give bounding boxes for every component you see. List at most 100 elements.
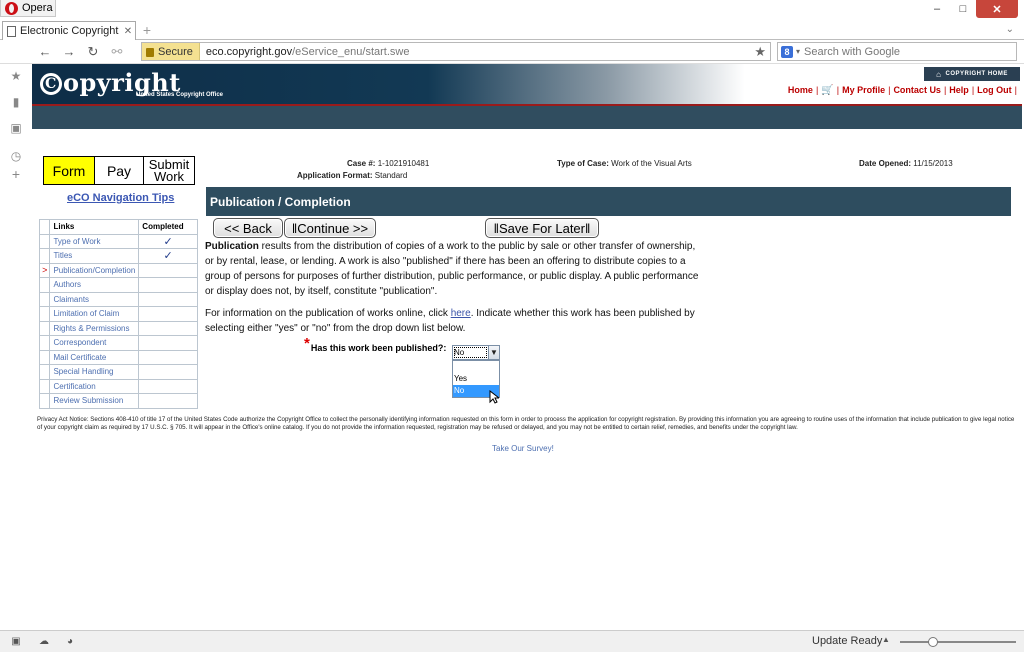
sidebar-link[interactable]: Publication/Completion xyxy=(49,262,140,278)
back-arrow-icon[interactable]: ← xyxy=(36,43,54,61)
continue-button[interactable]: ‖ Continue >> xyxy=(284,218,376,238)
row-marker xyxy=(38,335,51,351)
my-profile-link[interactable]: My Profile xyxy=(842,85,885,95)
progress-steps: Form Pay Submit Work xyxy=(43,156,195,185)
status-bar: ▣ ☁ ◕ Update Ready ▲ xyxy=(0,630,1024,652)
zoom-arrow-icon[interactable]: ▲ xyxy=(882,635,890,644)
step-form[interactable]: Form xyxy=(44,157,95,184)
continue-label: Continue >> xyxy=(297,220,369,236)
address-bar: ← → ↻ ⚯ Secure eco.copyright.gov/eServic… xyxy=(0,40,1024,64)
chevron-down-icon[interactable]: ▼ xyxy=(488,346,499,359)
window-titlebar: Opera – □ ✕ xyxy=(0,0,1024,20)
link-row: Correspondent xyxy=(38,335,198,351)
tab-menu-chevron-icon[interactable]: ⌄ xyxy=(1006,24,1014,35)
completed-check-icon: ✓ xyxy=(138,248,198,264)
copyright-home-button[interactable]: ⌂ COPYRIGHT HOME xyxy=(924,67,1020,81)
help-link[interactable]: Help xyxy=(949,85,969,95)
row-marker xyxy=(38,320,51,336)
published-question-label: Has this work been published?: xyxy=(310,343,447,353)
speed-dial-star-icon[interactable]: ★ xyxy=(10,70,22,82)
reload-icon[interactable]: ↻ xyxy=(84,43,102,61)
new-tab-icon[interactable]: + xyxy=(140,23,154,37)
here-link[interactable]: here xyxy=(451,308,471,319)
url-field[interactable]: Secure eco.copyright.gov/eService_enu/st… xyxy=(141,42,771,61)
history-clock-icon[interactable]: ◷ xyxy=(10,150,22,162)
save-for-later-button[interactable]: ‖ Save For Later ‖ xyxy=(485,218,599,238)
date-opened-value: 11/15/2013 xyxy=(913,159,953,168)
sidebar-link[interactable]: Review Submission xyxy=(49,393,140,409)
sidebar-link[interactable]: Claimants xyxy=(49,291,140,307)
sidebar-link[interactable]: Titles xyxy=(49,248,140,264)
completed-cell xyxy=(138,364,198,380)
contact-us-link[interactable]: Contact Us xyxy=(893,85,941,95)
document-icon xyxy=(7,25,16,37)
case-type-label: Type of Case: xyxy=(557,159,609,168)
search-engine-dropdown-icon[interactable]: ▾ xyxy=(796,47,800,56)
links-table-header: Links Completed xyxy=(38,219,198,235)
log-out-link[interactable]: Log Out xyxy=(977,85,1012,95)
sidebar-link[interactable]: Rights & Permissions xyxy=(49,320,140,336)
sidebar-link[interactable]: Certification xyxy=(49,378,140,394)
maximize-icon[interactable]: □ xyxy=(950,0,976,18)
link-row: Authors xyxy=(38,277,198,293)
notes-icon[interactable]: ▮ xyxy=(10,96,22,108)
search-placeholder: Search with Google xyxy=(804,45,901,58)
sidebar-link[interactable]: Authors xyxy=(49,277,140,293)
cloud-sync-icon[interactable]: ☁ xyxy=(38,636,50,647)
speedometer-icon[interactable]: ◕ xyxy=(64,636,76,647)
logo-subtitle: United States Copyright Office xyxy=(136,92,224,98)
case-number-label: Case #: xyxy=(347,159,376,168)
dropdown-option-yes[interactable]: Yes xyxy=(453,373,499,385)
current-step-chevron-icon: > xyxy=(38,262,51,278)
dropdown-option-blank[interactable] xyxy=(453,361,499,373)
row-marker xyxy=(38,248,51,264)
tab-close-icon[interactable]: ✕ xyxy=(121,26,135,37)
sidebar-link[interactable]: Correspondent xyxy=(49,335,140,351)
home-link[interactable]: Home xyxy=(788,85,813,95)
completed-cell xyxy=(138,277,198,293)
zoom-slider[interactable] xyxy=(900,637,1016,647)
completed-cell xyxy=(138,262,198,278)
close-window-icon[interactable]: ✕ xyxy=(976,0,1018,18)
downloads-icon[interactable]: ▣ xyxy=(10,122,22,134)
add-panel-icon[interactable]: + xyxy=(10,167,22,181)
sidebar-link[interactable]: Special Handling xyxy=(49,364,140,380)
navigation-tips-link[interactable]: eCO Navigation Tips xyxy=(67,192,174,204)
completed-cell xyxy=(138,306,198,322)
row-marker xyxy=(38,349,51,365)
web-page: Copyright United States Copyright Office… xyxy=(32,64,1022,630)
panel-toggle-icon[interactable]: ▣ xyxy=(10,636,22,647)
zoom-slider-knob[interactable] xyxy=(928,637,938,647)
cart-icon[interactable]: 🛒 xyxy=(821,85,833,96)
update-ready-status[interactable]: Update Ready xyxy=(812,635,882,647)
privacy-notice: Privacy Act Notice: Sections 408-410 of … xyxy=(37,416,1015,431)
sidebar-link[interactable]: Mail Certificate xyxy=(49,349,140,365)
browser-tab[interactable]: Electronic Copyright O... ✕ xyxy=(2,21,136,40)
google-icon[interactable]: 8 xyxy=(781,45,793,58)
step-pay[interactable]: Pay xyxy=(95,157,144,184)
links-table: Links Completed Type of Work ✓ Titles ✓ > Pub… xyxy=(38,219,198,409)
application-format: Application Format: Standard xyxy=(297,171,407,180)
step-submit[interactable]: Submit Work xyxy=(144,157,194,184)
sidebar-link[interactable]: Type of Work xyxy=(49,233,140,249)
sidebar-link[interactable]: Limitation of Claim xyxy=(49,306,140,322)
completed-cell xyxy=(138,335,198,351)
case-number: Case #: 1-1021910481 xyxy=(347,159,429,168)
take-survey-link[interactable]: Take Our Survey! xyxy=(492,444,554,453)
secure-badge[interactable]: Secure xyxy=(142,43,200,60)
forward-arrow-icon[interactable]: → xyxy=(60,43,78,61)
bookmark-star-icon[interactable]: ★ xyxy=(754,44,766,60)
minimize-icon[interactable]: – xyxy=(924,0,950,18)
key-icon[interactable]: ⚯ xyxy=(108,43,126,61)
link-row: Review Submission xyxy=(38,393,198,409)
published-select-value: No xyxy=(453,346,488,359)
publication-definition: results from the distribution of copies … xyxy=(205,241,699,297)
completed-cell xyxy=(138,349,198,365)
published-select[interactable]: No ▼ xyxy=(452,345,500,360)
opera-sidebar: ★ ▮ ▣ ◷ + xyxy=(0,64,32,630)
instructions-paragraph: For information on the publication of wo… xyxy=(205,306,705,336)
secure-label: Secure xyxy=(158,45,193,58)
search-field[interactable]: 8 ▾ Search with Google xyxy=(777,42,1017,61)
back-button[interactable]: << Back xyxy=(213,218,283,238)
opera-menu-button[interactable]: Opera xyxy=(0,0,56,17)
